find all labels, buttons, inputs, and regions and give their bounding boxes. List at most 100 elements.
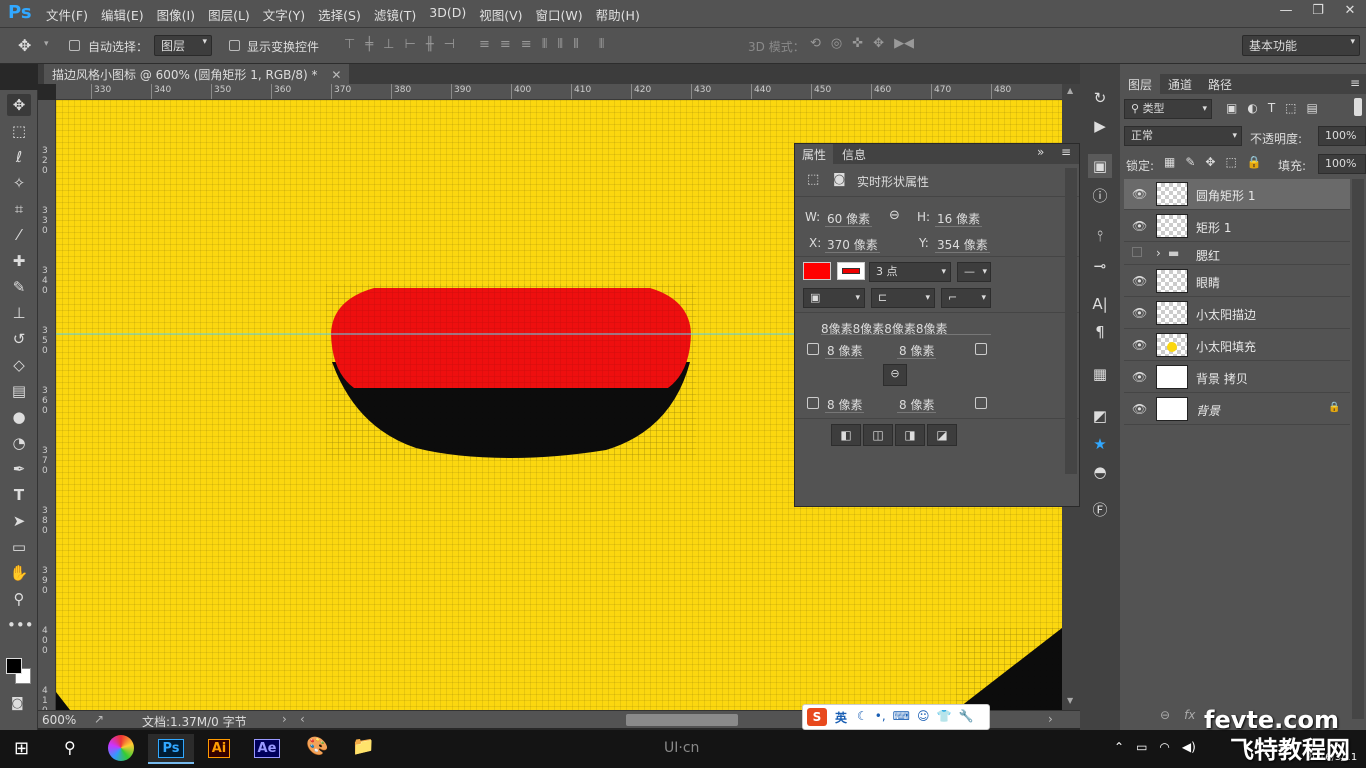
menu-3d[interactable]: 3D(D) [429,5,466,24]
chevron-up-icon[interactable]: ⌃ [1114,740,1124,754]
menu-image[interactable]: 图像(I) [157,5,195,24]
combine-shapes-button[interactable]: ◧ [831,424,861,446]
eye-icon[interactable]: 👁 [1132,187,1147,201]
tab-properties[interactable]: 属性 [795,144,834,165]
layer-row-eyes[interactable]: 👁 眼睛 [1124,266,1350,297]
link-icon[interactable]: ⊖ [889,208,900,223]
windows-start-icon[interactable]: ⊞ [14,738,29,759]
character-icon[interactable]: A| [1088,292,1112,316]
layers-scrollbar[interactable] [1352,179,1364,719]
tab-layers[interactable]: 图层 [1120,74,1161,95]
distribute-left-icon[interactable]: ⦀ [542,37,548,52]
eye-icon[interactable]: 👁 [1132,274,1147,288]
collapse-panel-icon[interactable]: » [1037,145,1044,159]
volume-icon[interactable]: ◀) [1182,740,1196,754]
user-icon[interactable]: ☺ [917,709,930,723]
star-icon[interactable]: ★ [1088,432,1112,456]
corner-br-field[interactable]: 8 像素 [897,396,937,413]
lock-position-icon[interactable]: ✥ [1205,155,1215,169]
blend-mode-dropdown[interactable]: 正常 ▾ [1124,126,1242,146]
scroll-left-icon[interactable]: ‹ [300,712,305,726]
3d-scale-icon[interactable]: ▶◀ [894,36,914,51]
foreground-color-swatch[interactable] [6,658,22,674]
eye-icon[interactable]: 👁 [1132,402,1147,416]
tab-paths[interactable]: 路径 [1208,76,1232,93]
fill-color-swatch[interactable] [803,262,831,280]
path-selection-tool-icon[interactable]: ➤ [7,510,31,532]
zoom-tool-icon[interactable]: ⚲ [7,588,31,610]
hand-tool-icon[interactable]: ✋ [7,562,31,584]
mask-properties-icon[interactable]: ◙ [833,172,846,187]
fx-icon[interactable]: fx [1184,708,1195,722]
brush-tool-icon[interactable]: ✎ [7,276,31,298]
transform-controls-checkbox[interactable] [229,40,240,51]
scroll-right-icon[interactable]: › [1048,712,1053,726]
workspace-dropdown[interactable]: 基本功能 ▾ [1242,35,1360,56]
move-tool-icon[interactable]: ✥ [18,36,31,55]
corner-tr-field[interactable]: 8 像素 [897,342,937,359]
menu-select[interactable]: 选择(S) [318,5,361,24]
type-tool-icon[interactable]: T [7,484,31,506]
adjustments-icon[interactable]: ◩ [1088,404,1112,428]
distribute-top-icon[interactable]: ≡ [479,37,490,52]
blur-tool-icon[interactable]: ● [7,406,31,428]
lock-pixels-icon[interactable]: ✎ [1185,155,1195,169]
distribute-right-icon[interactable]: ⦀ [573,37,579,52]
history-brush-tool-icon[interactable]: ↺ [7,328,31,350]
glyphs-icon[interactable]: ▦ [1088,362,1112,386]
menu-filter[interactable]: 滤镜(T) [374,5,416,24]
align-vcenter-icon[interactable]: ╪ [365,37,373,52]
panel-menu-icon[interactable]: ≡ [1350,76,1360,90]
wrench-icon[interactable]: 🔧 [958,709,973,723]
info-icon[interactable]: ⓘ [1088,184,1112,208]
ime-language[interactable]: 英 [835,709,847,726]
3d-slide-icon[interactable]: ✥ [873,36,884,51]
opacity-field[interactable]: 100% [1318,126,1366,146]
filter-toggle[interactable] [1354,98,1362,116]
healing-brush-tool-icon[interactable]: ✚ [7,250,31,272]
height-field[interactable]: 16 像素 [935,210,983,227]
3d-roll-icon[interactable]: ◎ [831,36,842,51]
taskbar-photoshop[interactable]: Ps [148,734,194,764]
horizontal-scroll-thumb[interactable] [626,714,738,726]
eyedropper-tool-icon[interactable]: ⁄ [7,224,31,246]
scroll-up-icon[interactable]: ▲ [1067,86,1073,95]
layer-row-bg-copy[interactable]: 👁 背景 拷贝 [1124,362,1350,393]
actions-play-icon[interactable]: ▶ [1088,114,1112,138]
dodge-tool-icon[interactable]: ◔ [7,432,31,454]
align-top-icon[interactable]: ⊤ [344,37,355,52]
exclude-shapes-button[interactable]: ◪ [927,424,957,446]
link-corners-button[interactable]: ⊖ [883,364,907,386]
eye-icon[interactable]: 👁 [1132,306,1147,320]
gradient-tool-icon[interactable]: ▤ [7,380,31,402]
close-button[interactable]: ✕ [1334,0,1366,22]
move-tool-icon[interactable]: ✥ [7,94,31,116]
layer-row-rounded-rect[interactable]: 👁 圆角矩形 1 [1124,179,1350,210]
lock-transparent-icon[interactable]: ▦ [1164,155,1175,169]
display-icon[interactable]: ▭ [1136,740,1147,754]
shape-properties-icon[interactable]: ⬚ [807,172,819,187]
corner-bl-field[interactable]: 8 像素 [825,396,865,413]
align-hcenter-icon[interactable]: ╫ [426,37,434,52]
font-icon[interactable]: Ⓕ [1088,498,1112,522]
hidden-visibility-box[interactable] [1132,247,1142,257]
width-field[interactable]: 60 像素 [825,210,873,227]
skin-icon[interactable]: 👕 [937,709,952,723]
eraser-tool-icon[interactable]: ◇ [7,354,31,376]
more-tools-icon[interactable]: ••• [7,614,34,636]
layer-row-rect[interactable]: 👁 矩形 1 [1124,211,1350,242]
properties-scrollbar[interactable] [1065,168,1077,474]
x-field[interactable]: 370 像素 [825,236,880,253]
brush-panel-icon[interactable]: ⫯ [1088,224,1112,248]
restore-button[interactable]: ❐ [1302,0,1334,22]
share-icon[interactable]: ↗ [94,712,104,726]
minimize-button[interactable]: — [1270,0,1302,22]
layer-row-sun-fill[interactable]: 👁 小太阳填充 [1124,330,1350,361]
distribute-bottom-icon[interactable]: ≡ [521,37,532,52]
3d-pan-icon[interactable]: ✜ [852,36,863,51]
pen-tool-icon[interactable]: ✒ [7,458,31,480]
stroke-caps-dropdown[interactable]: ⊏ ▾ [871,288,935,308]
taskbar-aftereffects[interactable]: Ae [244,734,290,764]
layer-row-blush-group[interactable]: › ▬ 腮红 [1124,243,1350,265]
sogou-icon[interactable]: S [807,708,827,726]
